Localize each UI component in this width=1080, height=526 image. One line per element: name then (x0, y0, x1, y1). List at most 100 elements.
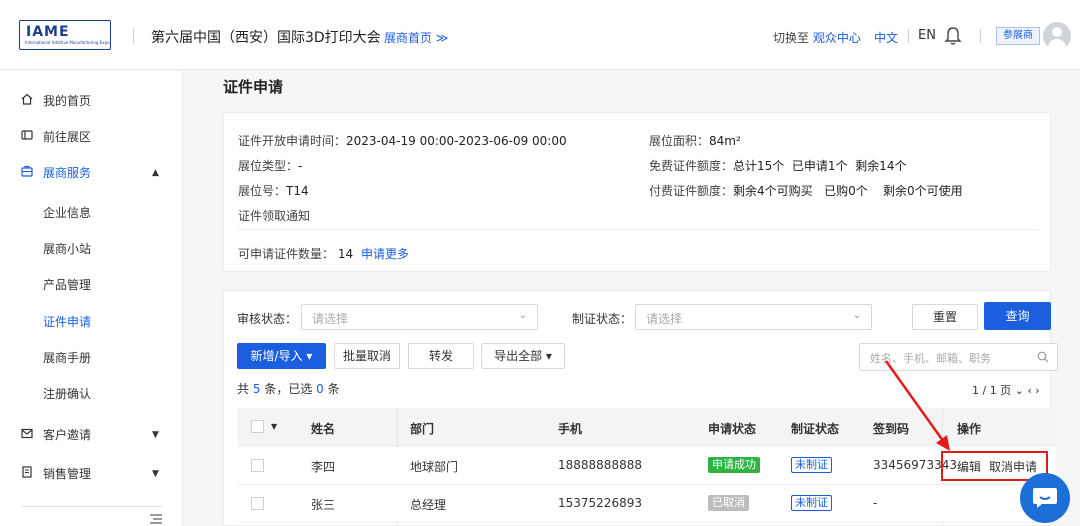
sidebar-item-home[interactable]: 我的首页 (0, 88, 183, 112)
sidebar-item-label: 销售管理 (43, 467, 92, 481)
record-count: 共 5 条，已选 0 条 (237, 380, 340, 397)
role-badge[interactable]: 参展商 (996, 27, 1040, 45)
certificate-notice-link[interactable]: 证件领取通知 (238, 207, 310, 224)
sidebar: 我的首页 前往展区 展商服务 ▲ 企业信息 展商小站 产品管理 证件申请 展商手… (0, 71, 183, 526)
sidebar-item-label: 展商服务 (43, 166, 92, 180)
caret-down-icon: ▼ (152, 430, 159, 440)
cert-status-placeholder: 请选择 (646, 312, 683, 326)
status-badge: 未制证 (791, 495, 832, 511)
row-checkbox[interactable] (251, 497, 264, 510)
applicable-count-label: 可申请证件数量： (238, 247, 335, 261)
booth-number: 展位号：T14 (238, 182, 309, 199)
avatar[interactable] (1043, 22, 1071, 50)
bell-icon[interactable] (944, 26, 962, 46)
cell-cert-status: 未制证 (791, 495, 832, 511)
booth-area: 展位面积：84m² (649, 132, 741, 149)
chat-bubble-icon (1033, 488, 1057, 508)
cell-apply-status: 申请成功 (708, 457, 760, 473)
header-divider-2 (980, 29, 981, 43)
open-time-label: 证件开放申请时间： (238, 134, 347, 148)
sidebar-item-sales-management[interactable]: 销售管理 ▼ (0, 461, 183, 485)
page-title: 证件申请 (223, 78, 284, 96)
booth-type-value: - (298, 159, 303, 173)
home-icon (21, 93, 33, 105)
applicable-count: 可申请证件数量： 14 申请更多 (238, 245, 409, 262)
status-badge: 已取消 (708, 495, 749, 511)
logo-subtitle: International Additive Manufacturing Exp… (25, 40, 110, 45)
sidebar-sub-company-info[interactable]: 企业信息 (43, 204, 91, 221)
sidebar-sub-certificate-application[interactable]: 证件申请 (43, 313, 91, 330)
free-quota-label: 免费证件额度： (649, 159, 734, 173)
open-time: 证件开放申请时间：2023-04-19 00:00-2023-06-09 00:… (238, 132, 567, 149)
sidebar-item-exhibitor-service[interactable]: 展商服务 ▲ (0, 160, 183, 184)
column-header: 部门 (410, 422, 435, 436)
visitor-center-link[interactable]: 观众中心 (813, 31, 861, 45)
exhibitor-home-link[interactable]: 展商首页 ≫ (384, 29, 448, 46)
menu-collapse-icon[interactable] (150, 514, 162, 524)
switch-prefix: 切换至 (773, 31, 810, 45)
cell-name: 李四 (311, 460, 336, 474)
status-badge: 申请成功 (708, 457, 760, 473)
count-total: 5 (252, 382, 261, 396)
chevron-down-icon: ⌄ (518, 310, 527, 321)
caret-up-icon: ▲ (152, 168, 159, 178)
pagination[interactable]: 1 / 1 页 ⌄ ‹ › (972, 382, 1040, 398)
mail-icon (21, 428, 33, 439)
cert-status-select[interactable]: 请选择 ⌄ (635, 304, 872, 330)
lang-chinese[interactable]: 中文 (874, 29, 898, 46)
sidebar-sub-product-management[interactable]: 产品管理 (43, 276, 91, 293)
select-all-checkbox[interactable] (251, 420, 264, 433)
cell-phone: 18888888888 (558, 458, 642, 472)
review-status-select[interactable]: 请选择 ⌄ (301, 304, 538, 330)
logo-text: IAME (26, 24, 70, 40)
reset-button[interactable]: 重置 (912, 304, 978, 330)
sidebar-sub-mini-site[interactable]: 展商小站 (43, 240, 91, 257)
add-import-button[interactable]: 新增/导入 ▾ (237, 343, 326, 369)
paid-quota-label: 付费证件额度： (649, 184, 734, 198)
cert-status-label: 制证状态： (572, 312, 633, 326)
lang-english[interactable]: EN (918, 28, 936, 43)
booth-number-value: T14 (286, 184, 309, 198)
paid-quota: 付费证件额度：剩余4个可购买 已购0个 剩余0个可使用 (649, 182, 963, 199)
event-title: 第六届中国（西安）国际3D打印大会 (151, 30, 381, 46)
cell-name: 张三 (311, 498, 336, 512)
export-all-button[interactable]: 导出全部 ▾ (481, 343, 565, 369)
cell-department: 总经理 (410, 498, 447, 512)
free-quota: 免费证件额度：总计15个 已申请1个 剩余14个 (649, 157, 906, 174)
table-row[interactable]: 张三 总经理 15375226893 已取消 未制证 - (238, 485, 1056, 523)
cell-checkin-code: - (873, 496, 878, 510)
booth-number-label: 展位号： (238, 184, 287, 198)
column-header: 制证状态 (791, 422, 840, 436)
chevron-down-icon: ⌄ (852, 310, 861, 321)
apply-more-link[interactable]: 申请更多 (361, 247, 409, 261)
sidebar-item-label: 前往展区 (43, 130, 92, 144)
chat-support-button[interactable] (1020, 473, 1070, 523)
count-selected: 0 (316, 382, 324, 396)
info-divider (238, 229, 1038, 230)
sidebar-item-exhibition[interactable]: 前往展区 (0, 124, 183, 148)
search-icon (1037, 351, 1049, 363)
paid-quota-value: 剩余4个可购买 已购0个 剩余0个可使用 (733, 184, 963, 198)
column-header: 申请状态 (708, 422, 757, 436)
count-prefix: 共 (237, 382, 250, 396)
sidebar-item-label: 客户邀请 (43, 428, 92, 442)
sidebar-item-customer-invite[interactable]: 客户邀请 ▼ (0, 422, 183, 446)
row-checkbox[interactable] (251, 459, 264, 472)
query-button[interactable]: 查询 (984, 302, 1051, 330)
iame-logo[interactable]: IAME International Additive Manufacturin… (19, 20, 111, 50)
sidebar-sub-exhibitor-manual[interactable]: 展商手册 (43, 349, 91, 366)
sidebar-item-label: 我的首页 (43, 94, 92, 108)
review-status-label: 审核状态： (237, 312, 298, 326)
batch-cancel-button[interactable]: 批量取消 (334, 343, 400, 369)
annotation-arrow (884, 360, 950, 451)
sidebar-sub-registration-confirm[interactable]: 注册确认 (43, 385, 91, 402)
column-header: 手机 (558, 422, 583, 436)
count-suffix: 条 (327, 382, 340, 396)
top-header: IAME International Additive Manufacturin… (0, 0, 1080, 70)
booth-area-label: 展位面积： (649, 134, 710, 148)
cell-phone: 15375226893 (558, 496, 642, 510)
sidebar-divider (22, 506, 162, 507)
select-dropdown-icon[interactable]: ▼ (271, 422, 277, 431)
applicable-count-value: 14 (337, 247, 354, 261)
forward-button[interactable]: 转发 (408, 343, 474, 369)
